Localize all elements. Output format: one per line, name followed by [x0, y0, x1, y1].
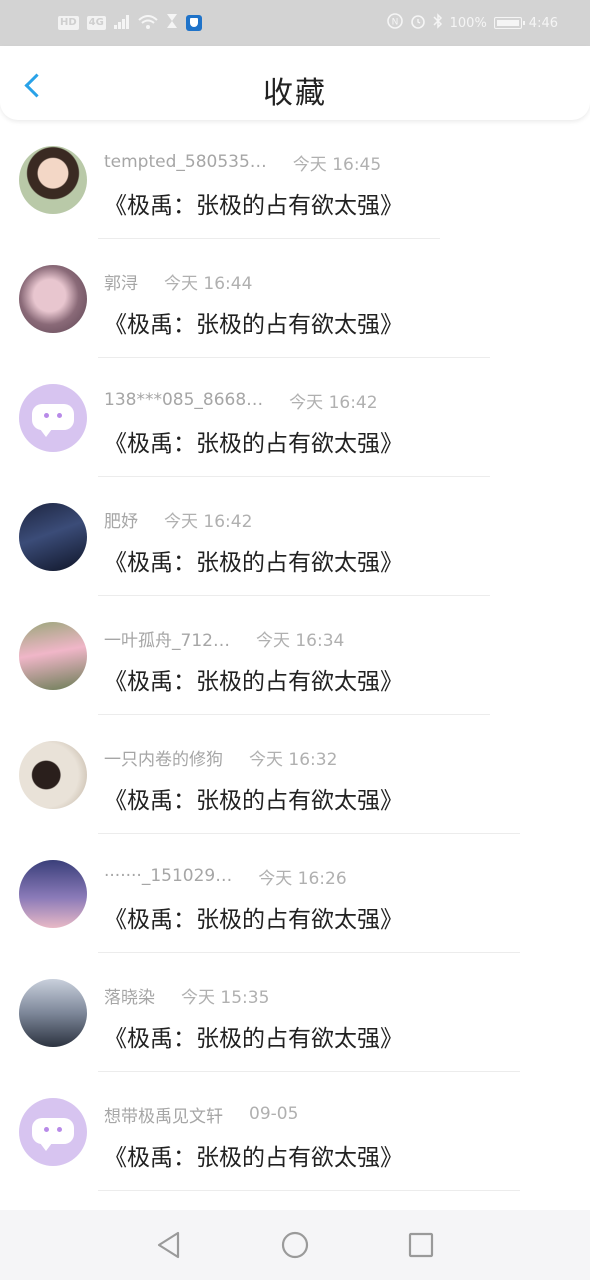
wifi-icon [138, 14, 158, 33]
user-name[interactable]: 落晓染 [104, 983, 155, 1008]
user-avatar[interactable] [19, 622, 87, 690]
user-avatar[interactable] [19, 265, 87, 333]
battery-percent: 100% [449, 15, 487, 31]
system-nav-bar [0, 1210, 590, 1280]
user-name[interactable]: ·······_151029… [104, 866, 232, 886]
user-avatar[interactable] [19, 979, 87, 1047]
user-avatar[interactable] [19, 503, 87, 571]
favorite-item[interactable]: 一只内卷的修狗 今天 16:32 《极禹：张极的占有欲太强》 [0, 715, 590, 834]
favorite-title[interactable]: 《极禹：张极的占有欲太强》 [104, 543, 403, 577]
timestamp: 今天 16:42 [164, 511, 253, 532]
user-name[interactable]: 郭浔 [104, 269, 138, 294]
item-meta: ·······_151029… 今天 16:26 [104, 864, 347, 889]
status-left: HD 4G [58, 12, 202, 34]
timestamp: 今天 16:32 [249, 749, 338, 770]
user-avatar[interactable] [19, 860, 87, 928]
alarm-icon [410, 13, 426, 33]
item-meta: 郭浔 今天 16:44 [104, 269, 253, 294]
item-meta: 落晓染 今天 15:35 [104, 983, 270, 1008]
favorite-title[interactable]: 《极禹：张极的占有欲太强》 [104, 186, 403, 220]
nfc-icon: N [386, 13, 403, 33]
favorite-title[interactable]: 《极禹：张极的占有欲太强》 [104, 1138, 403, 1172]
svg-text:N: N [391, 18, 398, 28]
favorite-item[interactable]: 想带极禹见文轩 09-05 《极禹：张极的占有欲太强》 [0, 1072, 590, 1191]
nav-back-icon[interactable] [152, 1228, 186, 1262]
favorite-title[interactable]: 《极禹：张极的占有欲太强》 [104, 305, 403, 339]
item-meta: 一叶孤舟_712… 今天 16:34 [104, 626, 345, 651]
favorite-item[interactable]: tempted_580535… 今天 16:45 《极禹：张极的占有欲太强》 [0, 120, 590, 239]
favorite-item[interactable]: 郭浔 今天 16:44 《极禹：张极的占有欲太强》 [0, 239, 590, 358]
favorite-item[interactable]: ·······_151029… 今天 16:26 《极禹：张极的占有欲太强》 [0, 834, 590, 953]
item-meta: 138***085_8668… 今天 16:42 [104, 388, 378, 413]
timestamp: 今天 15:35 [181, 987, 270, 1008]
timestamp: 今天 16:34 [255, 630, 345, 651]
divider [98, 1190, 520, 1191]
timestamp: 09-05 [249, 1104, 299, 1124]
user-avatar[interactable] [19, 146, 87, 214]
header: 收藏 [0, 46, 590, 120]
item-meta: tempted_580535… 今天 16:45 [104, 150, 382, 175]
timestamp: 今天 16:42 [289, 392, 378, 413]
user-avatar[interactable] [19, 741, 87, 809]
item-meta: 一只内卷的修狗 今天 16:32 [104, 745, 338, 770]
nav-home-icon[interactable] [278, 1228, 312, 1262]
user-name[interactable]: 138***085_8668… [104, 390, 263, 410]
clock: 4:46 [528, 15, 558, 31]
signal-icon [113, 14, 130, 33]
network-chip: 4G [86, 16, 106, 30]
hourglass-icon [166, 13, 178, 33]
favorite-title[interactable]: 《极禹：张极的占有欲太强》 [104, 1019, 403, 1053]
default-avatar-icon[interactable] [19, 384, 87, 452]
nav-recent-apps-icon[interactable] [404, 1228, 438, 1262]
favorite-title[interactable]: 《极禹：张极的占有欲太强》 [104, 424, 403, 458]
status-bar: HD 4G N 100% 4:46 [0, 0, 590, 46]
user-name[interactable]: 肥妤 [104, 507, 138, 532]
page-title: 收藏 [263, 76, 327, 111]
user-name[interactable]: 一只内卷的修狗 [104, 745, 223, 770]
default-avatar-icon[interactable] [19, 1098, 87, 1166]
timestamp: 今天 16:45 [292, 154, 382, 175]
item-meta: 想带极禹见文轩 09-05 [104, 1102, 299, 1127]
status-right: N 100% 4:46 [386, 12, 558, 34]
chat-bubble-icon [32, 404, 74, 437]
bluetooth-icon [433, 13, 443, 33]
timestamp: 今天 16:44 [164, 273, 253, 294]
user-name[interactable]: 想带极禹见文轩 [104, 1102, 223, 1127]
battery-icon [493, 17, 525, 29]
favorite-item[interactable]: 138***085_8668… 今天 16:42 《极禹：张极的占有欲太强》 [0, 358, 590, 477]
favorite-title[interactable]: 《极禹：张极的占有欲太强》 [104, 900, 403, 934]
user-name[interactable]: tempted_580535… [104, 152, 267, 172]
user-name[interactable]: 一叶孤舟_712… [104, 626, 230, 651]
security-shield-icon [185, 15, 202, 31]
item-meta: 肥妤 今天 16:42 [104, 507, 253, 532]
favorite-title[interactable]: 《极禹：张极的占有欲太强》 [104, 781, 403, 815]
favorite-item[interactable]: 落晓染 今天 15:35 《极禹：张极的占有欲太强》 [0, 953, 590, 1072]
chat-bubble-icon [32, 1118, 74, 1151]
favorite-title[interactable]: 《极禹：张极的占有欲太强》 [104, 662, 403, 696]
favorites-list: tempted_580535… 今天 16:45 《极禹：张极的占有欲太强》 郭浔 今天… [0, 120, 590, 1191]
favorite-item[interactable]: 一叶孤舟_712… 今天 16:34 《极禹：张极的占有欲太强》 [0, 596, 590, 715]
hd-chip: HD [58, 16, 79, 30]
timestamp: 今天 16:26 [258, 868, 347, 889]
favorite-item[interactable]: 肥妤 今天 16:42 《极禹：张极的占有欲太强》 [0, 477, 590, 596]
